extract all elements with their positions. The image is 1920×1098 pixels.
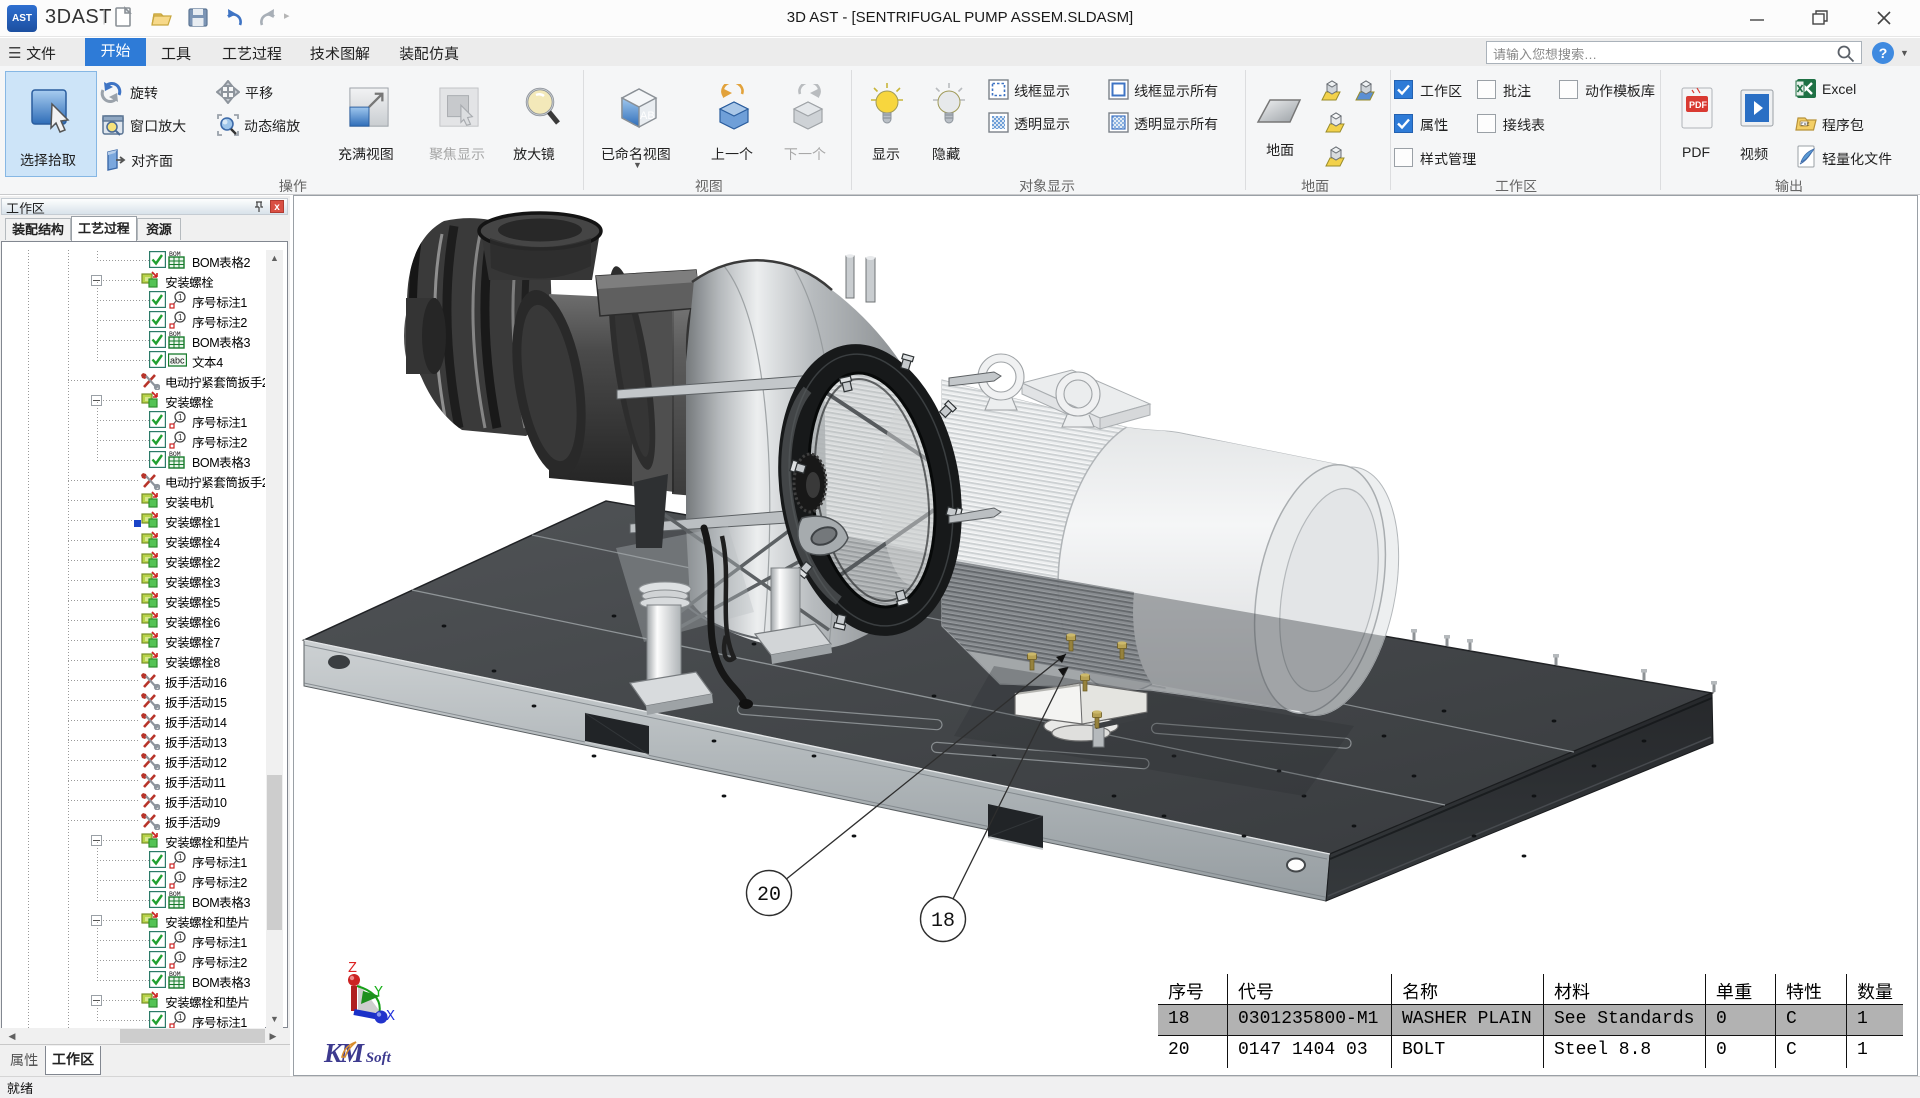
svg-text:X: X	[386, 1008, 395, 1025]
svg-text:EXE: EXE	[1801, 122, 1810, 127]
svg-text:1: 1	[178, 313, 183, 322]
svg-text:abc: abc	[170, 356, 185, 366]
svg-text:1: 1	[178, 293, 183, 302]
svg-text:20: 20	[757, 884, 781, 907]
svg-text:1: 1	[178, 873, 183, 882]
svg-text:1: 1	[178, 933, 183, 942]
svg-text:1: 1	[178, 413, 183, 422]
svg-text:PDF: PDF	[1689, 100, 1708, 110]
svg-text:1: 1	[178, 1013, 183, 1022]
svg-text:1: 1	[178, 953, 183, 962]
svg-text:1: 1	[178, 433, 183, 442]
svg-text:Z: Z	[348, 960, 357, 977]
svg-text:Y: Y	[374, 984, 383, 1001]
svg-text:AB: AB	[640, 110, 655, 122]
svg-text:18: 18	[931, 910, 955, 933]
svg-text:1: 1	[178, 853, 183, 862]
